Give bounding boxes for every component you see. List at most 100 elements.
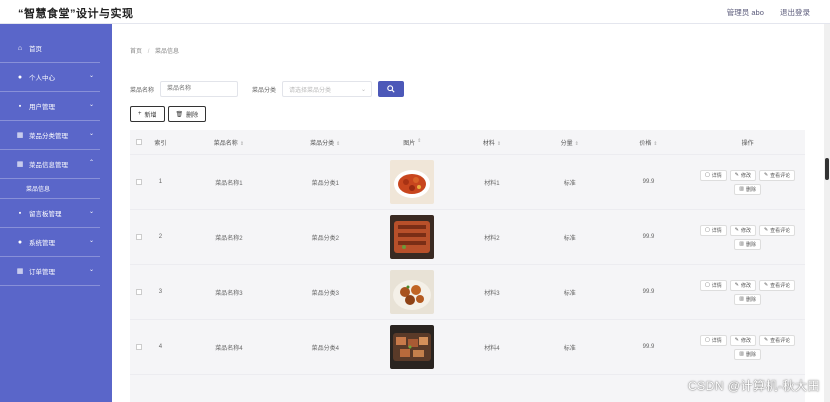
cell-image[interactable] [373,325,451,369]
row-delete-button[interactable]: ▥ 删除 [734,348,761,360]
doc-icon: ▢ [704,172,710,178]
cell-material: 材料4 [484,345,500,352]
row-delete-button[interactable]: ▥ 删除 [734,293,761,305]
cell-price: 99.9 [642,234,655,240]
cell-ops: ▢ 详情 ✎ 修改 ✎ 查看评论 ▥ 删除 [690,279,805,305]
col-material[interactable]: 材料 ⇕ [451,138,533,147]
page-scrollbar[interactable] [824,24,830,402]
cell-image[interactable] [373,270,451,314]
row-delete-button[interactable]: ▥ 删除 [734,238,761,250]
sidebar-item-label: 订单管理 [29,269,55,276]
scrollbar-thumb[interactable] [825,158,829,180]
sidebar-item-label: 留言板管理 [29,211,62,218]
cell-category: 菜品分类1 [311,180,339,187]
chevron-down-icon: ⌄ [88,209,94,215]
trash-icon: 🗑 [175,111,184,118]
cell-index: 2 [158,234,163,240]
cell-category: 菜品分类2 [311,235,339,242]
sidebar-item-dish-info[interactable]: ▦ 菜品信息管理 ⌃ [0,150,100,179]
detail-button[interactable]: ▢ 详情 [699,334,727,346]
review-button[interactable]: ✎ 查看评论 [758,279,796,291]
cell-spec: 标准 [563,180,576,187]
sidebar-item-users[interactable]: ▪ 用户管理 ⌄ [0,92,100,121]
breadcrumb-current: 菜品信息 [155,49,180,55]
dish-image [390,270,435,314]
col-spec[interactable]: 分量 ⇕ [533,138,607,147]
cell-ops: ▢ 详情 ✎ 修改 ✎ 查看评论 ▥ 删除 [690,224,805,250]
logout-link[interactable]: 退出登录 [780,8,810,17]
search-bar: 菜品名称 菜品分类 请选择菜品分类 ⌄ [130,81,405,97]
sidebar-item-label: 菜品信息管理 [29,162,68,169]
detail-button[interactable]: ▢ 详情 [699,224,727,236]
review-button[interactable]: ✎ 查看评论 [758,334,796,346]
dish-category-select[interactable]: 请选择菜品分类 ⌄ [282,81,373,97]
chevron-down-icon: ⌄ [88,267,94,273]
pencil-icon: ✎ [763,337,769,343]
col-category[interactable]: 菜品分类 ⇕ [277,138,373,147]
chevron-down-icon: ⌄ [88,73,94,79]
col-name[interactable]: 菜品名称 ⇕ [181,138,277,147]
col-price[interactable]: 价格 ⇕ [607,138,690,147]
edit-button[interactable]: ✎ 修改 [729,169,756,181]
col-ops: 操作 [741,140,754,147]
sidebar-item-profile[interactable]: ● 个人中心 ⌄ [0,63,100,92]
detail-button[interactable]: ▢ 详情 [699,169,727,181]
grid-icon: ▦ [16,268,24,275]
cell-spec: 标准 [563,235,576,242]
watermark: CSDN @计算机-秋大田 [687,379,820,393]
edit-button[interactable]: ✎ 修改 [729,334,756,346]
row-checkbox[interactable] [130,289,142,295]
row-checkbox[interactable] [130,234,142,240]
dish-category-label: 菜品分类 [252,87,277,94]
cell-material: 材料1 [484,180,500,187]
doc-icon: ▢ [704,282,710,288]
sidebar: ⌂ 首页 ● 个人中心 ⌄ ▪ 用户管理 ⌄ ▦ 菜品分类管理 ⌄ ▦ 菜品信息… [0,24,112,402]
sidebar-item-system[interactable]: ● 系统管理 ⌄ [0,228,100,257]
review-button[interactable]: ✎ 查看评论 [758,224,796,236]
cell-image[interactable] [373,160,451,204]
search-button[interactable] [378,81,405,97]
user-icon: ● [17,238,23,246]
dish-image [390,160,435,204]
sidebar-subitem-dish-info[interactable]: 菜品信息 [0,179,100,199]
edit-button[interactable]: ✎ 修改 [729,224,756,236]
cell-name: 菜品名称1 [215,180,243,187]
add-button[interactable]: + 新增 [130,106,165,122]
pencil-icon: ✎ [734,282,739,288]
delete-button[interactable]: 🗑 删除 [167,106,207,122]
row-delete-button[interactable]: ▥ 删除 [734,183,761,195]
col-image[interactable]: 图片 ⇕ [373,138,451,147]
edit-button[interactable]: ✎ 修改 [729,279,756,291]
chevron-up-icon: ⌃ [88,160,94,166]
breadcrumb-home[interactable]: 首页 [130,49,142,55]
home-icon: ⌂ [17,44,23,52]
cell-name: 菜品名称4 [215,345,243,352]
delete-button-label: 删除 [186,112,199,119]
cell-image[interactable] [373,215,451,259]
breadcrumb: 首页 / 菜品信息 [130,46,179,55]
sidebar-item-label: 首页 [29,46,42,53]
cell-ops: ▢ 详情 ✎ 修改 ✎ 查看评论 ▥ 删除 [690,169,805,195]
doc-icon: ▢ [704,227,710,233]
review-button[interactable]: ✎ 查看评论 [758,169,796,181]
folder-icon: ▪ [18,102,22,110]
cell-name: 菜品名称2 [215,235,243,242]
sidebar-item-orders[interactable]: ▦ 订单管理 ⌄ [0,257,100,286]
sidebar-item-dish-category[interactable]: ▦ 菜品分类管理 ⌄ [0,121,100,150]
trash-icon: ▥ [739,296,744,302]
select-all-checkbox[interactable] [130,139,142,145]
add-button-label: 新增 [144,112,157,119]
cell-index: 4 [158,344,163,350]
dish-name-input[interactable] [160,81,239,97]
detail-button[interactable]: ▢ 详情 [699,279,727,291]
sidebar-item-label: 个人中心 [29,75,55,82]
table-header: 索引 菜品名称 ⇕ 菜品分类 ⇕ 图片 ⇕ 材料 ⇕ 分量 ⇕ 价格 ⇕ 操作 [130,130,805,155]
row-checkbox[interactable] [130,344,142,350]
pencil-icon: ✎ [734,172,739,178]
table-row: 2 菜品名称2 菜品分类2 材料2 标准 99.9 ▢ 详情 ✎ 修改 ✎ 查看评论 … [130,210,805,265]
sidebar-item-home[interactable]: ⌂ 首页 [0,34,100,63]
cell-spec: 标准 [563,345,576,352]
row-checkbox[interactable] [130,179,142,185]
dish-category-placeholder: 请选择菜品分类 [289,87,332,94]
sidebar-item-message-board[interactable]: ▪ 留言板管理 ⌄ [0,199,100,228]
